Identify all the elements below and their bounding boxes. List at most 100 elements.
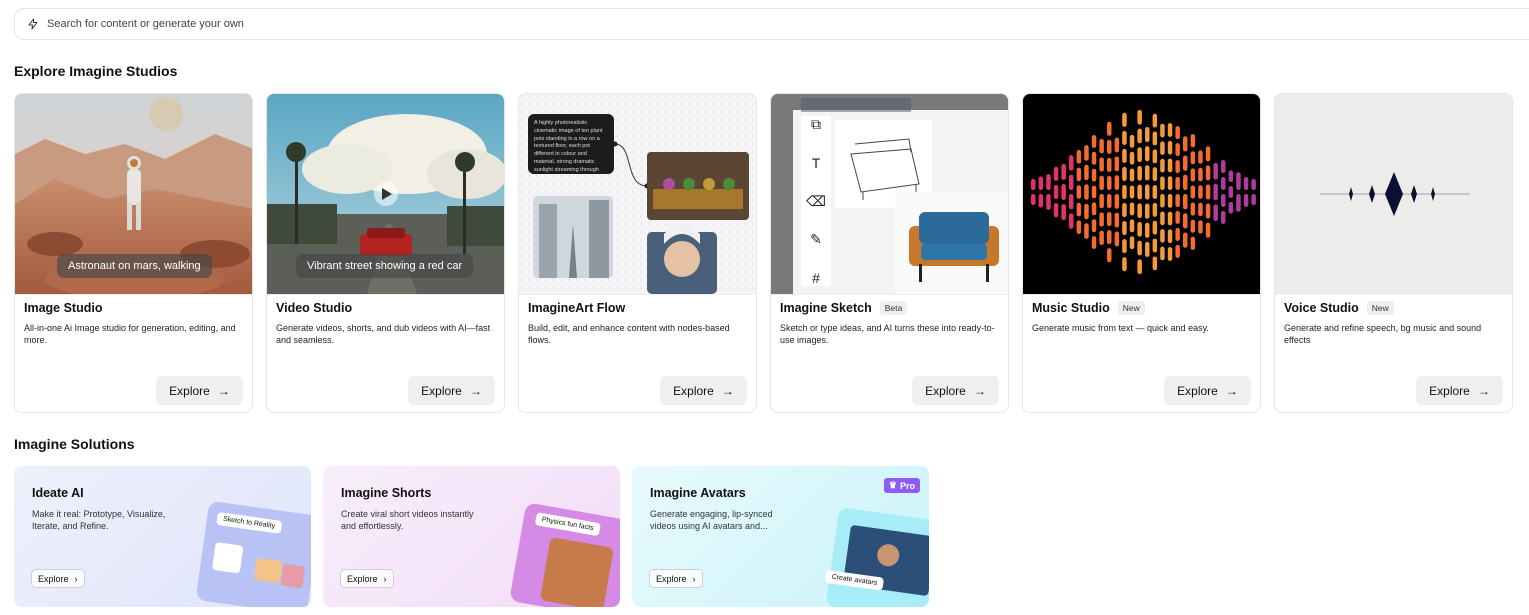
- waveform-bar: [1114, 137, 1120, 153]
- waveform-bar: [1107, 175, 1112, 190]
- waveform-bar: [1175, 194, 1180, 207]
- studio-card-music[interactable]: Music Studio New Generate music from text…: [1022, 93, 1261, 413]
- studio-card-image[interactable]: Astronaut on mars, walking Image Studio …: [14, 93, 253, 413]
- waveform-bar: [1114, 156, 1120, 172]
- waveform-bar: [1129, 219, 1135, 233]
- waveform-bar: [1069, 155, 1074, 171]
- waveform-bar: [1114, 231, 1120, 247]
- waveform-bar: [1251, 194, 1256, 205]
- avatars-preview: Create avatars: [824, 506, 929, 607]
- explore-button[interactable]: Explore →: [408, 376, 495, 405]
- waveform-bar: [1167, 123, 1173, 137]
- waveform-bar: [1137, 240, 1142, 256]
- waveform-bar: [1175, 244, 1180, 258]
- solution-explore-button[interactable]: Explore ›: [31, 569, 85, 588]
- waveform-bar: [1122, 257, 1127, 272]
- ideate-preview: Sketch to Reality: [195, 500, 311, 607]
- explore-button[interactable]: Explore →: [156, 376, 243, 405]
- sketch-thumbnail: ⧉ T ⌫ ✎ #: [771, 94, 1008, 295]
- solution-explore-button[interactable]: Explore ›: [649, 569, 703, 588]
- card-title: Music Studio New: [1032, 301, 1145, 315]
- solution-explore-button[interactable]: Explore ›: [340, 569, 394, 588]
- waveform-bar: [1076, 167, 1082, 182]
- explore-button[interactable]: Explore →: [912, 376, 999, 405]
- waveform-bar: [1137, 128, 1142, 144]
- brush-icon[interactable]: ✎: [810, 231, 822, 248]
- card-title: Image Studio: [24, 301, 103, 315]
- card-description: All-in-one Ai Image studio for generatio…: [24, 323, 236, 345]
- waveform-bar: [1167, 158, 1173, 173]
- card-description: Sketch or type ideas, and AI turns these…: [780, 323, 995, 345]
- waveform-bar: [1107, 230, 1112, 245]
- studio-card-flow[interactable]: A highly photorealistic cinematic image …: [518, 93, 757, 413]
- chevron-right-icon: ›: [74, 573, 78, 584]
- waveform-bar: [1091, 219, 1097, 233]
- waveform-bar: [1084, 203, 1089, 220]
- video-studio-thumbnail: Vibrant street showing a red car: [267, 94, 504, 295]
- waveform-bar: [1175, 177, 1180, 190]
- waveform-bar: [1114, 212, 1120, 228]
- eraser-icon[interactable]: ⌫: [806, 193, 826, 210]
- search-input[interactable]: [45, 17, 649, 31]
- arrow-right-icon: →: [1225, 383, 1238, 398]
- solution-description: Create viral short videos instantly and …: [341, 509, 474, 531]
- waveform-bar: [1213, 163, 1218, 180]
- card-description: Generate and refine speech, bg music and…: [1284, 323, 1482, 345]
- studio-card-sketch[interactable]: ⧉ T ⌫ ✎ # Imagine Sketch Beta Sketch or t…: [770, 93, 1009, 413]
- waveform-bar: [1137, 165, 1142, 181]
- card-title: Video Studio: [276, 301, 353, 315]
- solution-card-shorts[interactable]: Imagine Shorts Create viral short videos…: [323, 466, 620, 607]
- waveform-bar: [1122, 184, 1127, 200]
- waveform-bar: [1198, 202, 1203, 217]
- waveform-bar: [1099, 230, 1104, 245]
- solution-card-ideate[interactable]: Ideate AI Make it real: Prototype, Visua…: [14, 466, 311, 607]
- waveform-bar: [1228, 186, 1234, 198]
- crop-icon[interactable]: #: [812, 270, 820, 286]
- waveform-bar: [1167, 194, 1173, 208]
- waveform-bar: [1091, 202, 1097, 216]
- waveform-bar: [1145, 146, 1150, 162]
- waveform-bar: [1198, 220, 1203, 234]
- explore-button[interactable]: Explore →: [1164, 376, 1251, 405]
- arrow-right-icon: →: [721, 383, 734, 398]
- waveform-bar: [1190, 202, 1196, 216]
- waveform-bar: [1152, 220, 1158, 235]
- waveform-bar: [1084, 164, 1089, 181]
- waveform: [1031, 109, 1256, 275]
- waveform-bar: [1175, 210, 1180, 224]
- waveform-bar: [1107, 194, 1112, 209]
- waveform-bar: [1099, 175, 1104, 190]
- card-title: Imagine Sketch Beta: [780, 301, 908, 315]
- solution-card-avatars[interactable]: Imagine Avatars Generate engaging, lip-s…: [632, 466, 929, 607]
- solutions-row: Ideate AI Make it real: Prototype, Visua…: [14, 466, 929, 607]
- solution-title: Imagine Avatars: [650, 486, 746, 500]
- search-bar[interactable]: [14, 8, 1529, 40]
- waveform-bar: [1183, 155, 1188, 171]
- waveform-bar: [1213, 183, 1218, 201]
- waveform-bar: [1190, 168, 1196, 182]
- waveform-bar: [1183, 232, 1188, 248]
- waveform-bar: [1031, 179, 1036, 190]
- waveform-bar: [1076, 150, 1082, 164]
- shapes-icon[interactable]: ⧉: [811, 116, 821, 133]
- waveform-bar: [1069, 194, 1074, 210]
- waveform-bar: [1145, 222, 1150, 238]
- waveform-bar: [1205, 184, 1211, 200]
- studio-card-video[interactable]: Vibrant street showing a red car Video S…: [266, 93, 505, 413]
- studio-card-voice[interactable]: Voice Studio New Generate and refine spee…: [1274, 93, 1513, 413]
- waveform-bar: [1160, 141, 1165, 155]
- explore-button[interactable]: Explore →: [660, 376, 747, 405]
- solution-description: Generate engaging, lip-synced videos usi…: [650, 509, 773, 531]
- waveform-bar: [1152, 202, 1158, 217]
- waveform-bar: [1175, 160, 1180, 174]
- waveform-bar: [1183, 136, 1188, 152]
- waveform-bar: [1107, 121, 1112, 136]
- waveform-bar: [1061, 204, 1066, 221]
- waveform-bar: [1122, 221, 1127, 236]
- waveform-bar: [1084, 145, 1089, 161]
- waveform-bar: [1145, 241, 1150, 257]
- waveform-bar: [1122, 130, 1127, 145]
- text-icon[interactable]: T: [812, 155, 821, 171]
- explore-button[interactable]: Explore →: [1416, 376, 1503, 405]
- prompt-node: A highly photorealistic cinematic image …: [528, 114, 614, 174]
